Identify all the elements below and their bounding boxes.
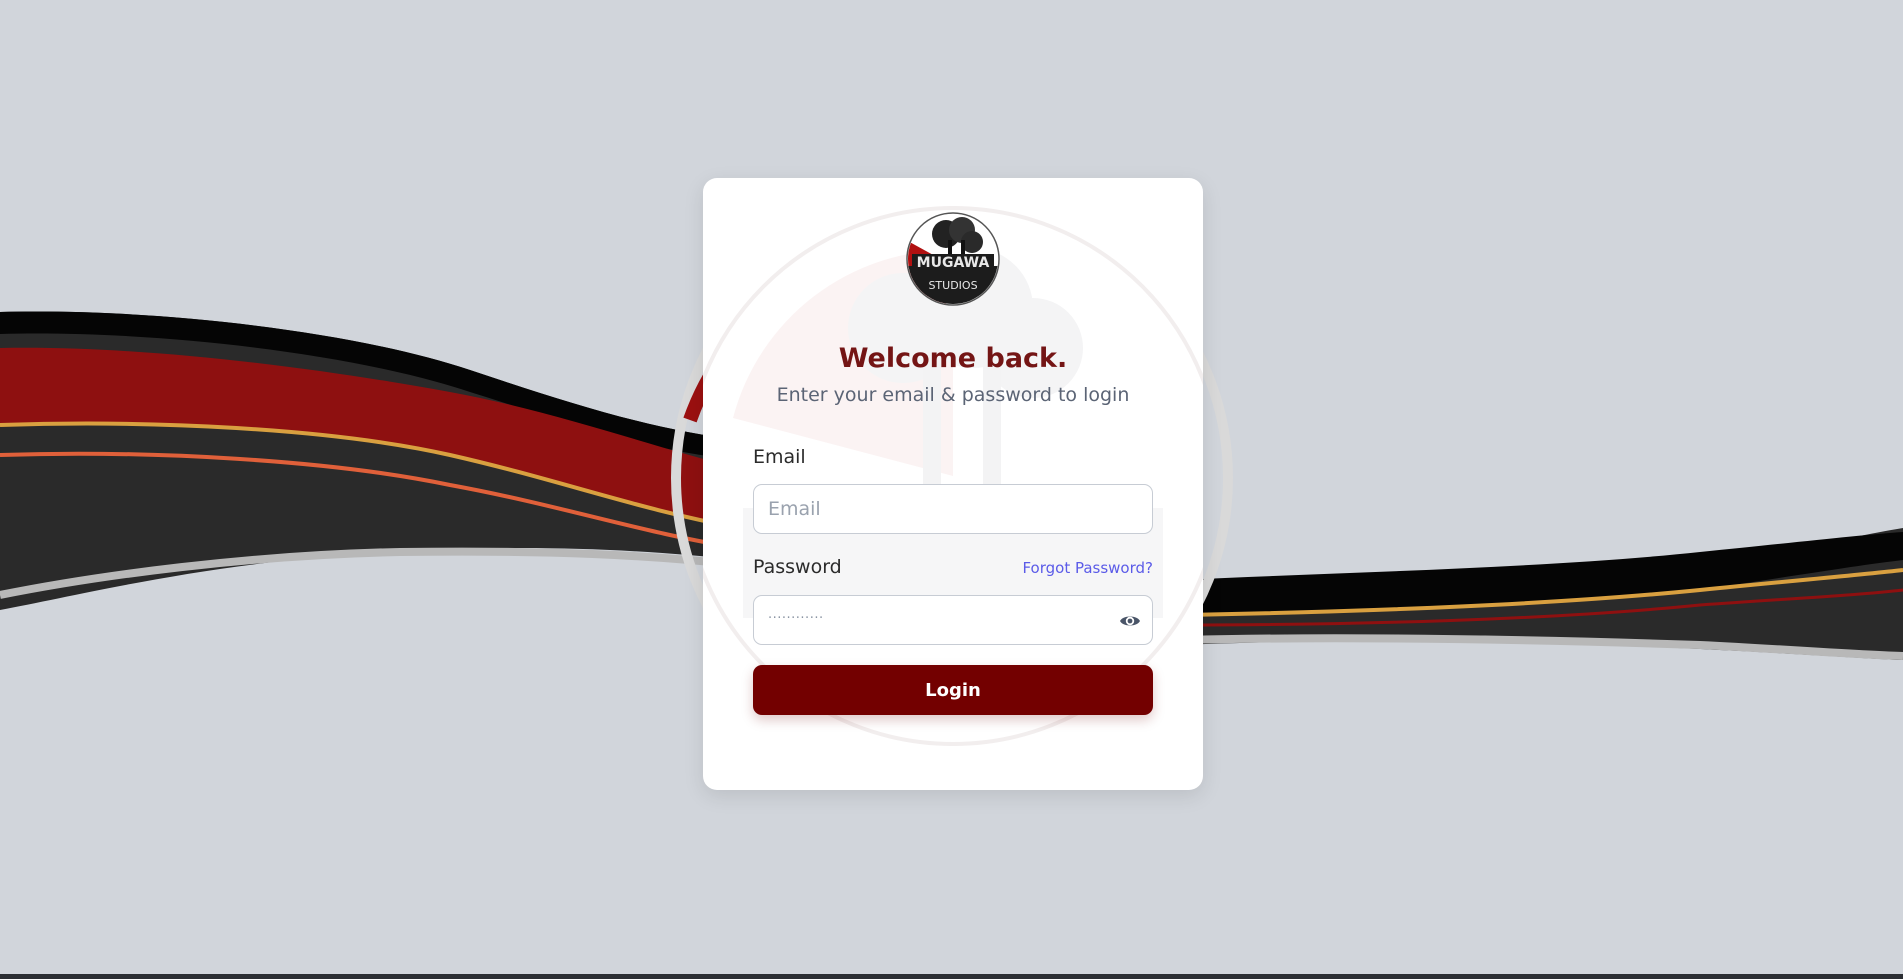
password-field[interactable]: ············: [753, 595, 1153, 645]
bottom-edge: [0, 974, 1903, 979]
password-label: Password: [753, 556, 842, 578]
mugawa-studios-logo: MUGAWA STUDIOS: [906, 212, 1000, 306]
email-input[interactable]: [754, 485, 1152, 533]
welcome-title: Welcome back.: [838, 343, 1068, 374]
password-mask: ············: [768, 611, 824, 626]
forgot-password-link[interactable]: Forgot Password?: [1022, 559, 1153, 577]
login-subtitle: Enter your email & password to login: [776, 384, 1130, 406]
eye-icon[interactable]: [1118, 609, 1142, 633]
email-label: Email: [753, 446, 806, 468]
logo-text-top: MUGAWA: [917, 255, 990, 271]
logo-text-bottom: STUDIOS: [928, 279, 977, 292]
email-field-wrapper: [753, 484, 1153, 534]
login-card: MUGAWA STUDIOS Welcome back. Enter your …: [703, 178, 1203, 790]
login-button[interactable]: Login: [753, 665, 1153, 715]
login-page: MUGAWA STUDIOS Welcome back. Enter your …: [0, 0, 1903, 979]
